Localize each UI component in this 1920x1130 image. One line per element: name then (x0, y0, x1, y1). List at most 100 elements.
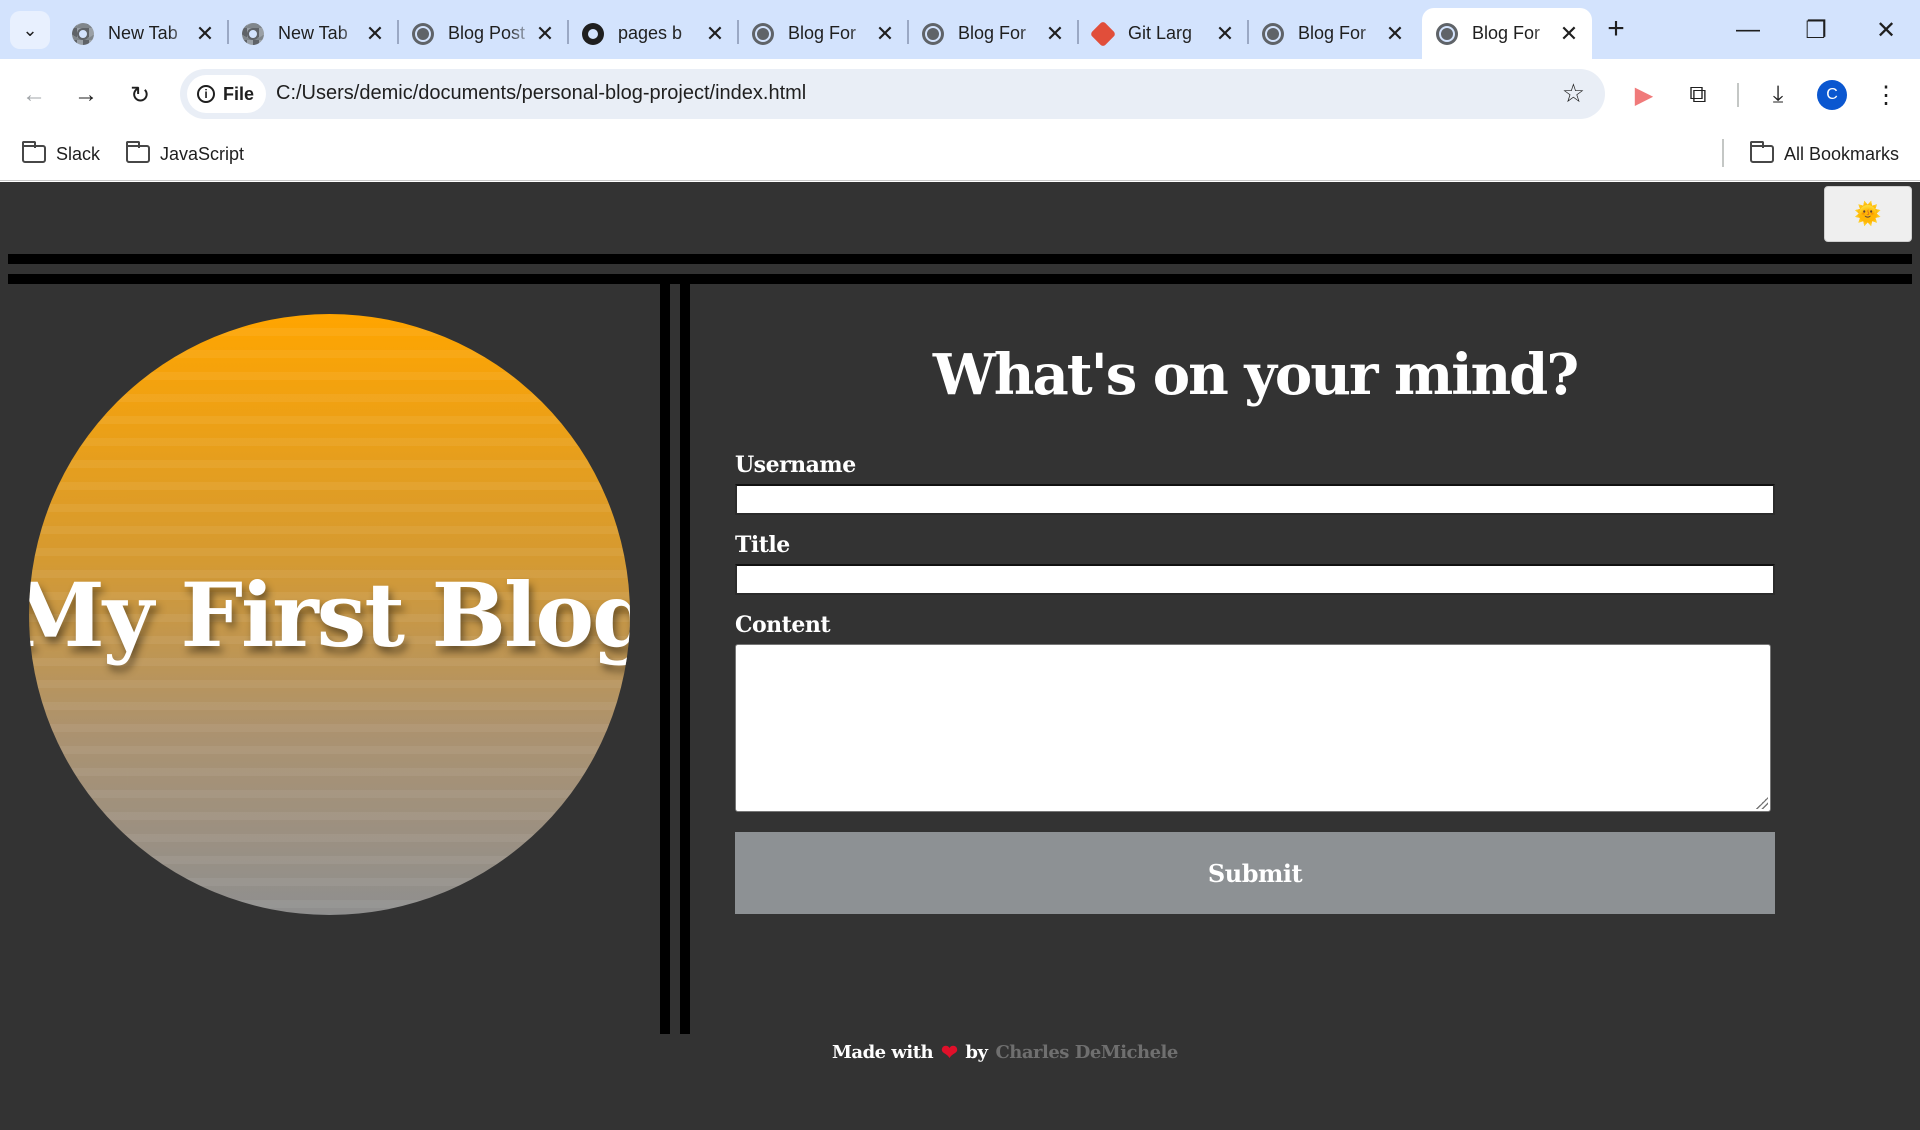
extensions-icon[interactable]: ⧉ (1680, 77, 1716, 113)
resize-handle-icon[interactable] (1756, 797, 1768, 809)
globe-icon (1436, 22, 1458, 45)
page-content: 🌞 My First Blog What's on your mind? Use… (0, 182, 1920, 1130)
bookmark-folder-javascript[interactable]: JavaScript (126, 138, 244, 170)
all-bookmarks-label: All Bookmarks (1784, 143, 1900, 164)
tab-label: Blog For (1298, 23, 1367, 43)
bookmark-label: Slack (56, 143, 101, 164)
minimize-button[interactable]: — (1724, 10, 1772, 50)
reload-icon: ↻ (129, 81, 151, 109)
content-label: Content (735, 612, 831, 638)
forward-button[interactable]: → (66, 75, 106, 115)
bookmarks-bar: Slack JavaScript All Bookmarks (0, 129, 1920, 181)
post-form: What's on your mind? Username Title Cont… (735, 342, 1775, 914)
tab[interactable]: New Tab ✕ (228, 8, 399, 59)
bookmark-star-icon[interactable]: ☆ (1562, 79, 1585, 107)
bookmark-label: JavaScript (160, 143, 245, 164)
sun-face-icon: 🌞 (1854, 201, 1882, 226)
tab[interactable]: Blog For ✕ (738, 8, 909, 59)
chevron-down-icon: ⌄ (22, 19, 38, 40)
close-icon[interactable]: ✕ (874, 22, 896, 45)
tab[interactable]: New Tab ✕ (58, 8, 229, 59)
author-link[interactable]: Charles DeMichele (995, 1042, 1178, 1063)
tab-label: Blog Post (448, 23, 526, 43)
arrow-right-icon: → (74, 81, 98, 108)
username-label: Username (735, 452, 856, 478)
tab-label: Blog For (958, 23, 1027, 43)
globe-icon (922, 22, 944, 45)
new-tab-button[interactable]: + (1598, 14, 1634, 46)
column-divider-left (660, 284, 670, 1034)
site-info-label: File (223, 83, 255, 104)
footer: Made with ❤ by Charles DeMichele (832, 1040, 1178, 1064)
close-icon[interactable]: ✕ (534, 22, 556, 45)
toolbar-divider (1737, 83, 1739, 107)
globe-icon (752, 22, 774, 45)
tab-label: Blog For (788, 23, 857, 43)
submit-button[interactable]: Submit (735, 832, 1775, 914)
username-input[interactable] (735, 484, 1775, 515)
tab-active[interactable]: Blog For ✕ (1422, 8, 1592, 59)
all-bookmarks-button[interactable]: All Bookmarks (1750, 138, 1899, 170)
tab[interactable]: Blog Post ✕ (398, 8, 569, 59)
tab-label: New Tab (108, 23, 178, 43)
footer-by: by (965, 1041, 988, 1063)
cast-extension-icon[interactable]: ▶ (1626, 77, 1662, 113)
back-button[interactable]: ← (14, 75, 54, 115)
tab-label: New Tab (278, 23, 348, 43)
github-icon (582, 22, 604, 45)
close-icon[interactable]: ✕ (364, 22, 386, 45)
close-icon[interactable]: ✕ (1044, 22, 1066, 45)
tab-search-button[interactable]: ⌄ (10, 11, 50, 49)
info-icon: i (197, 85, 215, 103)
download-icon[interactable]: ⤓ (1760, 77, 1796, 113)
folder-icon (126, 141, 150, 163)
blog-title: My First Blog (29, 562, 630, 667)
tab-label: Blog For (1472, 23, 1541, 43)
folder-icon (1750, 141, 1774, 163)
heart-icon: ❤ (941, 1040, 958, 1064)
arrow-left-icon: ← (22, 81, 46, 108)
globe-icon (1262, 22, 1284, 45)
footer-made-with: Made with (832, 1041, 934, 1063)
menu-kebab-icon[interactable]: ⋮ (1868, 77, 1904, 113)
tab[interactable]: Git Larg ✕ (1078, 8, 1249, 59)
bookmark-folder-slack[interactable]: Slack (22, 138, 100, 170)
folder-icon (22, 141, 46, 163)
tab[interactable]: Blog For ✕ (1248, 8, 1418, 59)
bookmarks-divider (1722, 139, 1724, 167)
close-icon[interactable]: ✕ (1384, 22, 1406, 45)
blog-hero-circle: My First Blog (29, 314, 630, 915)
avatar: C (1817, 80, 1847, 110)
restore-button[interactable]: ❐ (1792, 10, 1840, 50)
url-text[interactable]: C:/Users/demic/documents/personal-blog-p… (276, 82, 806, 105)
site-info-chip[interactable]: i File (187, 75, 267, 113)
minimize-icon: — (1736, 16, 1760, 43)
tab[interactable]: pages b ✕ (568, 8, 739, 59)
tab-label: pages b (618, 23, 683, 43)
chrome-icon (72, 22, 94, 45)
profile-button[interactable]: C (1814, 77, 1850, 113)
close-icon[interactable]: ✕ (194, 22, 216, 45)
theme-toggle-button[interactable]: 🌞 (1824, 186, 1912, 242)
close-icon[interactable]: ✕ (704, 22, 726, 45)
address-bar[interactable]: i File C:/Users/demic/documents/personal… (180, 69, 1605, 119)
browser-toolbar: ← → ↻ i File C:/Users/demic/documents/pe… (0, 59, 1920, 129)
chrome-icon (242, 22, 264, 45)
close-icon[interactable]: ✕ (1214, 22, 1236, 45)
close-icon[interactable]: ✕ (1558, 22, 1580, 45)
tab-strip: ⌄ New Tab ✕ New Tab ✕ Blog Post ✕ pages … (0, 0, 1920, 59)
reload-button[interactable]: ↻ (120, 75, 160, 115)
title-input[interactable] (735, 564, 1775, 595)
header-divider-top (8, 254, 1912, 264)
globe-icon (412, 22, 434, 45)
header-divider-bottom (8, 274, 1912, 284)
restore-icon: ❐ (1805, 16, 1827, 44)
title-label: Title (735, 532, 790, 558)
window-close-button[interactable]: ✕ (1862, 10, 1910, 50)
content-textarea[interactable] (735, 644, 1771, 812)
column-divider-right (680, 284, 690, 1034)
close-icon: ✕ (1875, 16, 1897, 44)
git-lfs-icon (1089, 20, 1117, 47)
tab-label: Git Larg (1128, 23, 1193, 43)
tab[interactable]: Blog For ✕ (908, 8, 1079, 59)
